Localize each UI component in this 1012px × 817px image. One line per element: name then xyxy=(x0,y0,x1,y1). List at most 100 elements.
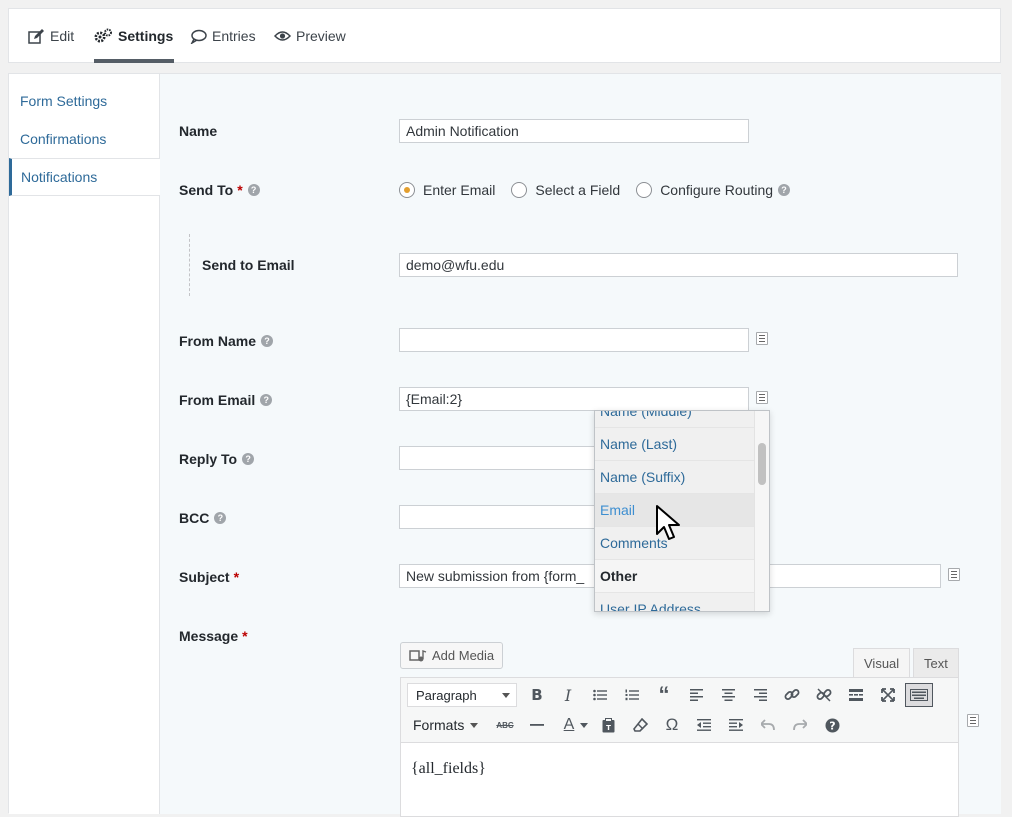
required-mark: * xyxy=(233,569,240,585)
gears-icon xyxy=(94,28,112,43)
radio-enter-email[interactable] xyxy=(399,182,415,198)
add-media-button[interactable]: Add Media xyxy=(400,642,504,669)
message-label: Message * xyxy=(179,626,248,646)
help-icon[interactable]: ? xyxy=(214,512,227,524)
unlink-icon[interactable] xyxy=(812,683,836,707)
speech-bubble-icon xyxy=(190,29,207,44)
name-label-text: Name xyxy=(179,123,218,139)
sidebar-item-label: Form Settings xyxy=(20,93,108,109)
from-name-label-text: From Name xyxy=(179,333,257,349)
undo-icon[interactable] xyxy=(756,713,780,737)
merge-tag-icon[interactable] xyxy=(756,391,768,404)
tab-entries-label: Entries xyxy=(212,28,256,44)
from-name-input[interactable] xyxy=(399,328,749,352)
blockquote-icon[interactable]: “ xyxy=(652,682,676,707)
align-center-icon[interactable] xyxy=(716,683,740,707)
redo-icon[interactable] xyxy=(788,713,812,737)
message-editor: Paragraph B I “ Formats ABC A T Ω ? {all… xyxy=(400,677,959,817)
mouse-cursor-icon xyxy=(656,505,680,540)
indent-rule xyxy=(189,234,190,296)
editor-content[interactable]: {all_fields} xyxy=(411,760,486,778)
read-more-icon[interactable] xyxy=(844,683,868,707)
tab-preview-label: Preview xyxy=(296,28,346,44)
sidebar-item-confirmations[interactable]: Confirmations xyxy=(9,120,160,158)
text-color-dropdown-icon[interactable] xyxy=(577,713,591,737)
italic-icon[interactable]: I xyxy=(556,683,580,707)
reply-to-label-text: Reply To xyxy=(179,451,238,467)
help-icon[interactable]: ? xyxy=(778,184,791,196)
paragraph-format-select[interactable]: Paragraph xyxy=(407,683,517,707)
sidebar-item-form-settings[interactable]: Form Settings xyxy=(9,82,160,120)
tab-settings-label: Settings xyxy=(118,28,174,44)
eye-icon xyxy=(274,31,291,41)
merge-tag-icon[interactable] xyxy=(756,332,768,345)
tab-visual[interactable]: Visual xyxy=(853,648,911,678)
link-icon[interactable] xyxy=(780,683,804,707)
top-tabs-bar: Edit Settings Entries Preview xyxy=(8,8,1001,63)
from-email-label: From Email ? xyxy=(179,390,273,410)
outdent-icon[interactable] xyxy=(692,713,716,737)
radio-select-field-label[interactable]: Select a Field xyxy=(535,182,620,198)
list-item[interactable]: Name (Suffix) xyxy=(595,461,755,494)
group-header: Other xyxy=(595,560,755,593)
formats-menu[interactable]: Formats xyxy=(413,715,478,735)
bold-icon[interactable]: B xyxy=(525,683,549,707)
toolbar-toggle-icon[interactable] xyxy=(905,683,933,707)
radio-enter-email-label[interactable]: Enter Email xyxy=(423,182,495,198)
merge-tag-icon[interactable] xyxy=(967,714,979,727)
subject-label-text: Subject xyxy=(179,569,230,585)
name-input[interactable]: Admin Notification xyxy=(399,119,749,143)
radio-configure-routing[interactable] xyxy=(636,182,653,198)
clear-formatting-icon[interactable] xyxy=(628,713,652,737)
paste-as-text-icon[interactable]: T xyxy=(596,713,620,737)
radio-select-field[interactable] xyxy=(511,182,528,198)
svg-text:T: T xyxy=(606,724,611,732)
special-character-icon[interactable]: Ω xyxy=(660,713,684,737)
numbered-list-icon[interactable] xyxy=(620,683,644,707)
help-icon[interactable]: ? xyxy=(261,335,274,347)
add-media-label: Add Media xyxy=(432,648,495,663)
send-to-radio-group: Enter Email Select a Field Configure Rou… xyxy=(399,180,791,200)
bcc-label-text: BCC xyxy=(179,510,210,526)
required-mark: * xyxy=(242,628,248,644)
send-to-email-input[interactable]: demo@wfu.edu xyxy=(399,253,958,277)
send-to-email-label: Send to Email xyxy=(202,255,295,275)
editor-toolbar: Paragraph B I “ Formats ABC A T Ω ? xyxy=(401,678,958,743)
help-icon[interactable]: ? xyxy=(260,394,273,406)
scrollbar-thumb[interactable] xyxy=(758,443,766,485)
horizontal-rule-icon[interactable] xyxy=(525,713,549,737)
list-item[interactable]: Name (Middle) xyxy=(595,411,755,428)
merge-tag-icon[interactable] xyxy=(948,568,960,581)
tab-settings[interactable]: Settings xyxy=(94,9,175,63)
help-icon[interactable]: ? xyxy=(247,184,260,196)
align-right-icon[interactable] xyxy=(748,683,772,707)
required-mark: * xyxy=(237,182,243,198)
radio-configure-routing-label[interactable]: Configure Routing xyxy=(660,182,773,198)
indent-icon[interactable] xyxy=(724,713,748,737)
tab-text[interactable]: Text xyxy=(913,648,959,678)
list-item[interactable]: Name (Last) xyxy=(595,428,755,461)
send-to-email-label-text: Send to Email xyxy=(202,257,295,273)
from-email-input[interactable]: {Email:2} xyxy=(399,387,749,411)
fullscreen-icon[interactable] xyxy=(876,683,900,707)
tab-edit-label: Edit xyxy=(50,28,75,44)
help-icon[interactable]: ? xyxy=(242,453,255,465)
reply-to-label: Reply To ? xyxy=(179,449,255,469)
keyboard-help-icon[interactable]: ? xyxy=(820,713,844,737)
dropdown-scrollbar[interactable] xyxy=(754,411,769,611)
sidebar-item-label: Notifications xyxy=(21,169,98,185)
strikethrough-icon[interactable]: ABC xyxy=(493,713,517,737)
bullet-list-icon[interactable] xyxy=(588,683,612,707)
message-label-text: Message xyxy=(179,628,239,644)
tab-entries[interactable]: Entries xyxy=(190,9,256,63)
tab-edit[interactable]: Edit xyxy=(28,9,74,63)
sidebar-item-notifications[interactable]: Notifications xyxy=(9,158,160,196)
sidebar-item-label: Confirmations xyxy=(20,131,107,147)
list-item[interactable]: User IP Address xyxy=(595,593,755,611)
tab-preview[interactable]: Preview xyxy=(274,9,346,63)
media-icon xyxy=(409,649,427,661)
align-left-icon[interactable] xyxy=(684,683,708,707)
pencil-square-icon xyxy=(28,28,44,44)
name-label: Name xyxy=(179,121,217,141)
settings-panel: Form Settings Confirmations Notification… xyxy=(8,73,1001,817)
